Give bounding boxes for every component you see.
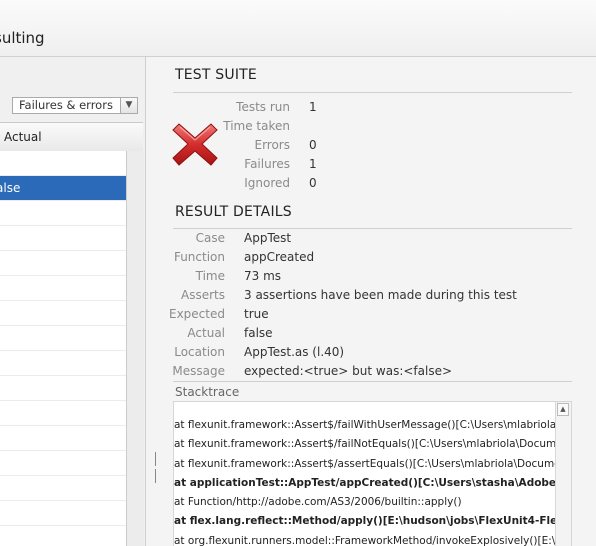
summary-value: 0 bbox=[309, 176, 317, 190]
summary-label: Time taken bbox=[223, 119, 290, 133]
detail-value: AppTest bbox=[244, 231, 292, 245]
stacktrace-line-text: at Function/http://adobe.com/AS3/2006/bu… bbox=[174, 496, 462, 509]
grid-scrollbar[interactable] bbox=[126, 151, 144, 546]
stacktrace-line-text: at flexunit.framework::Assert$/failWithU… bbox=[174, 419, 557, 431]
table-row[interactable] bbox=[0, 276, 126, 301]
stacktrace-line-text: at flexunit.framework::Assert$/assertEqu… bbox=[174, 457, 557, 470]
detail-value: expected:<true> but was:<false> bbox=[244, 364, 453, 378]
column-header-actual[interactable]: Actual bbox=[4, 130, 42, 144]
stacktrace-panel[interactable]: at flexunit.framework::Assert$/failWithU… bbox=[173, 401, 572, 546]
detail-label: Message bbox=[172, 364, 225, 378]
title-bar: sulting bbox=[0, 0, 596, 57]
app-title: sulting bbox=[0, 29, 45, 47]
scroll-up-icon[interactable]: ▲ bbox=[557, 403, 569, 416]
stacktrace-label: Stacktrace bbox=[175, 385, 240, 399]
detail-label: Function bbox=[173, 250, 225, 264]
detail-value: 73 ms bbox=[244, 269, 282, 283]
detail-value: 3 assertions have been made during this … bbox=[244, 288, 517, 302]
summary-value: 1 bbox=[309, 100, 317, 114]
stacktrace-line-text: at applicationTest::AppTest/appCreated()… bbox=[174, 476, 557, 489]
stacktrace-line: at flexunit.framework::Assert$/failNotEq… bbox=[174, 435, 557, 454]
detail-label: Case bbox=[195, 231, 225, 245]
detail-label: Actual bbox=[187, 326, 225, 340]
table-row[interactable] bbox=[0, 226, 126, 251]
stacktrace-scrollbar[interactable]: ▲ bbox=[555, 402, 571, 546]
divider bbox=[173, 228, 572, 229]
stacktrace-line-text: at flexunit.framework::Assert$/failNotEq… bbox=[174, 438, 557, 451]
table-row[interactable] bbox=[0, 501, 126, 526]
detail-label: Time bbox=[195, 269, 225, 283]
summary-label: Errors bbox=[254, 138, 290, 152]
detail-label: Location bbox=[174, 345, 225, 359]
summary-label: Tests run bbox=[236, 100, 290, 114]
table-row[interactable] bbox=[0, 201, 126, 226]
table-row[interactable] bbox=[0, 426, 126, 451]
results-list-panel: Failures & errors ▼ Actual alse bbox=[0, 57, 146, 546]
detail-label: Asserts bbox=[181, 288, 225, 302]
summary-label: Ignored bbox=[244, 176, 290, 190]
splitter-grip-icon[interactable] bbox=[155, 452, 160, 483]
stacktrace-line: at Function/http://adobe.com/AS3/2006/bu… bbox=[174, 493, 557, 512]
stacktrace-line-text: at flex.lang.reflect::Method/apply()[E:\… bbox=[174, 515, 557, 528]
stacktrace-line: at flex.lang.reflect::Method/apply()[E:\… bbox=[174, 512, 557, 531]
table-row[interactable] bbox=[0, 151, 126, 176]
table-row[interactable] bbox=[0, 451, 126, 476]
test-suite-heading: TEST SUITE bbox=[175, 67, 257, 83]
grid-header: Actual bbox=[0, 122, 143, 152]
summary-value: 1 bbox=[309, 157, 317, 171]
table-row[interactable] bbox=[0, 401, 126, 426]
table-row[interactable] bbox=[0, 251, 126, 276]
detail-value: AppTest.as (l.40) bbox=[244, 345, 345, 359]
divider bbox=[173, 92, 572, 93]
stacktrace-line: at flexunit.framework::Assert$/assertEqu… bbox=[174, 455, 557, 474]
table-row[interactable] bbox=[0, 476, 126, 501]
result-details-heading: RESULT DETAILS bbox=[175, 204, 292, 220]
stacktrace-line: at org.flexunit.runners.model::Framework… bbox=[174, 532, 557, 546]
detail-value: false bbox=[244, 326, 273, 340]
stacktrace-lines: at flexunit.framework::Assert$/failWithU… bbox=[174, 416, 557, 546]
detail-label: Expected bbox=[169, 307, 225, 321]
results-grid: alse bbox=[0, 151, 126, 546]
summary-label: Failures bbox=[244, 157, 290, 171]
filter-dropdown[interactable]: Failures & errors ▼ bbox=[12, 97, 138, 114]
stacktrace-line: at flexunit.framework::Assert$/failWithU… bbox=[174, 416, 557, 435]
table-row[interactable] bbox=[0, 526, 126, 546]
stacktrace-line-text: at org.flexunit.runners.model::Framework… bbox=[174, 534, 557, 546]
stacktrace-line: at applicationTest::AppTest/appCreated()… bbox=[174, 474, 557, 493]
detail-value: true bbox=[244, 307, 269, 321]
summary-value: 0 bbox=[309, 138, 317, 152]
filter-dropdown-value: Failures & errors bbox=[19, 98, 113, 112]
stacktrace-header: Stacktrace bbox=[173, 381, 572, 403]
table-row[interactable] bbox=[0, 351, 126, 376]
failure-x-icon bbox=[172, 123, 218, 166]
table-row[interactable] bbox=[0, 326, 126, 351]
table-row[interactable]: alse bbox=[0, 176, 126, 201]
actual-cell: alse bbox=[0, 181, 21, 195]
detail-value: appCreated bbox=[244, 250, 315, 264]
table-row[interactable] bbox=[0, 376, 126, 401]
chevron-down-icon[interactable]: ▼ bbox=[120, 98, 137, 113]
table-row[interactable] bbox=[0, 301, 126, 326]
